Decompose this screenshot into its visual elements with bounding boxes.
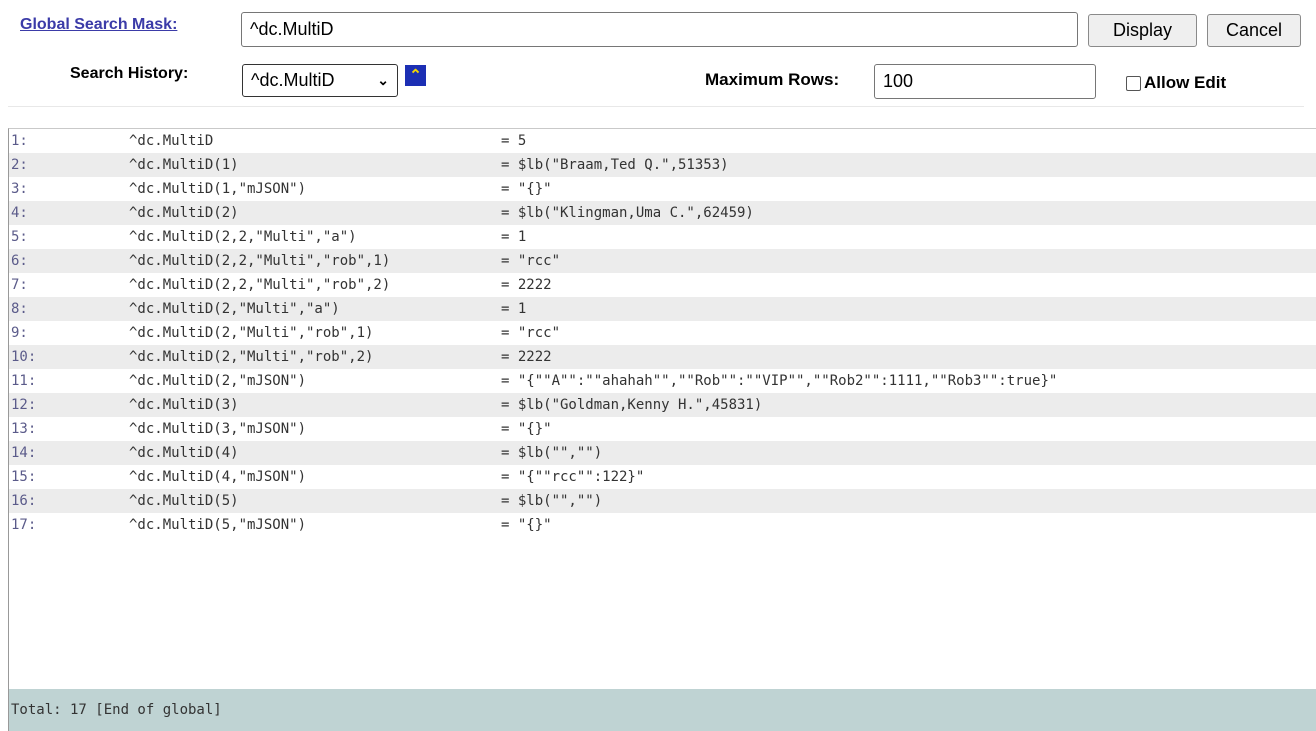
node-value: = "{}": [501, 181, 552, 197]
display-button[interactable]: Display: [1088, 14, 1197, 47]
row-number: 11:: [11, 373, 37, 389]
global-node-reference[interactable]: ^dc.MultiD(3,"mJSON"): [129, 421, 306, 437]
row-number: 6:: [11, 253, 28, 269]
global-node-reference[interactable]: ^dc.MultiD(2,2,"Multi","a"): [129, 229, 357, 245]
row-number: 16:: [11, 493, 37, 509]
node-value: = "rcc": [501, 253, 561, 269]
row-number: 3:: [11, 181, 28, 197]
result-row[interactable]: 15: ^dc.MultiD(4,"mJSON") = "{""rcc"":122}…: [9, 465, 1316, 489]
collapse-icon[interactable]: ⌃: [405, 65, 426, 86]
global-node-reference[interactable]: ^dc.MultiD(2,2,"Multi","rob",1): [129, 253, 390, 269]
allow-edit-label: Allow Edit: [1144, 73, 1227, 92]
search-history-selected-value: ^dc.MultiD: [251, 70, 335, 90]
global-node-reference[interactable]: ^dc.MultiD(2): [129, 205, 239, 221]
result-row[interactable]: 17: ^dc.MultiD(5,"mJSON") = "{}": [9, 513, 1316, 537]
node-value: = $lb("",""): [501, 445, 603, 461]
row-number: 4:: [11, 205, 28, 221]
node-value: = 1: [501, 229, 527, 245]
global-node-reference[interactable]: ^dc.MultiD(2,"mJSON"): [129, 373, 306, 389]
result-row[interactable]: 2: ^dc.MultiD(1) = $lb("Braam,Ted Q.",5135…: [9, 153, 1316, 177]
maximum-rows-input[interactable]: [874, 64, 1096, 99]
node-value: = "{""rcc"":122}": [501, 469, 645, 485]
cancel-button[interactable]: Cancel: [1207, 14, 1301, 47]
result-row[interactable]: 8: ^dc.MultiD(2,"Multi","a") = 1: [9, 297, 1316, 321]
row-number: 15:: [11, 469, 37, 485]
maximum-rows-label: Maximum Rows:: [705, 70, 840, 89]
result-row[interactable]: 12: ^dc.MultiD(3) = $lb("Goldman,Kenny H."…: [9, 393, 1316, 417]
result-row[interactable]: 9: ^dc.MultiD(2,"Multi","rob",1) = "rcc": [9, 321, 1316, 345]
node-value: = 5: [501, 133, 527, 149]
row-number: 9:: [11, 325, 28, 341]
node-value: = 2222: [501, 349, 552, 365]
result-row[interactable]: 5: ^dc.MultiD(2,2,"Multi","a") = 1: [9, 225, 1316, 249]
global-node-reference[interactable]: ^dc.MultiD(1,"mJSON"): [129, 181, 306, 197]
global-node-reference[interactable]: ^dc.MultiD(2,"Multi","a"): [129, 301, 340, 317]
global-node-reference[interactable]: ^dc.MultiD(5,"mJSON"): [129, 517, 306, 533]
result-row[interactable]: 7: ^dc.MultiD(2,2,"Multi","rob",2) = 2222: [9, 273, 1316, 297]
result-row[interactable]: 13: ^dc.MultiD(3,"mJSON") = "{}": [9, 417, 1316, 441]
result-row[interactable]: 11: ^dc.MultiD(2,"mJSON") = "{""A"":""ahah…: [9, 369, 1316, 393]
search-panel: Global Search Mask: Display Cancel Searc…: [8, 6, 1304, 107]
result-row[interactable]: 3: ^dc.MultiD(1,"mJSON") = "{}": [9, 177, 1316, 201]
global-search-mask-input[interactable]: [241, 12, 1078, 47]
global-node-reference[interactable]: ^dc.MultiD: [129, 133, 213, 149]
row-number: 17:: [11, 517, 37, 533]
global-node-reference[interactable]: ^dc.MultiD(4): [129, 445, 239, 461]
row-number: 1:: [11, 133, 28, 149]
node-value: = 1: [501, 301, 527, 317]
results-total: Total: 17 [End of global]: [9, 689, 1316, 731]
row-number: 13:: [11, 421, 37, 437]
global-node-reference[interactable]: ^dc.MultiD(3): [129, 397, 239, 413]
global-node-reference[interactable]: ^dc.MultiD(2,2,"Multi","rob",2): [129, 277, 390, 293]
node-value: = "rcc": [501, 325, 561, 341]
global-node-reference[interactable]: ^dc.MultiD(5): [129, 493, 239, 509]
global-node-reference[interactable]: ^dc.MultiD(4,"mJSON"): [129, 469, 306, 485]
result-row[interactable]: 16: ^dc.MultiD(5) = $lb("",""): [9, 489, 1316, 513]
node-value: = $lb("",""): [501, 493, 603, 509]
result-row[interactable]: 1: ^dc.MultiD = 5: [9, 129, 1316, 153]
allow-edit-checkbox[interactable]: [1126, 75, 1141, 91]
result-row[interactable]: 14: ^dc.MultiD(4) = $lb("",""): [9, 441, 1316, 465]
node-value: = $lb("Klingman,Uma C.",62459): [501, 205, 754, 221]
results-rows: 1: ^dc.MultiD = 5 2: ^dc.MultiD(1) = $lb("Bra…: [9, 129, 1316, 537]
global-node-reference[interactable]: ^dc.MultiD(2,"Multi","rob",1): [129, 325, 373, 341]
search-history-label: Search History:: [70, 65, 189, 82]
row-number: 14:: [11, 445, 37, 461]
node-value: = "{}": [501, 517, 552, 533]
node-value: = $lb("Braam,Ted Q.",51353): [501, 157, 729, 173]
search-history-select[interactable]: ^dc.MultiD ⌄: [242, 64, 398, 97]
result-row[interactable]: 4: ^dc.MultiD(2) = $lb("Klingman,Uma C.",6…: [9, 201, 1316, 225]
node-value: = $lb("Goldman,Kenny H.",45831): [501, 397, 763, 413]
chevron-down-icon: ⌄: [377, 72, 389, 88]
result-row[interactable]: 10: ^dc.MultiD(2,"Multi","rob",2) = 2222: [9, 345, 1316, 369]
allow-edit-toggle[interactable]: Allow Edit: [1126, 73, 1226, 93]
global-node-reference[interactable]: ^dc.MultiD(2,"Multi","rob",2): [129, 349, 373, 365]
row-number: 5:: [11, 229, 28, 245]
node-value: = 2222: [501, 277, 552, 293]
result-row[interactable]: 6: ^dc.MultiD(2,2,"Multi","rob",1) = "rcc": [9, 249, 1316, 273]
row-number: 10:: [11, 349, 37, 365]
row-number: 2:: [11, 157, 28, 173]
global-node-reference[interactable]: ^dc.MultiD(1): [129, 157, 239, 173]
node-value: = "{""A"":""ahahah"",""Rob"":""VIP"",""R…: [501, 373, 1058, 389]
row-number: 8:: [11, 301, 28, 317]
row-number: 7:: [11, 277, 28, 293]
global-search-mask-link[interactable]: Global Search Mask:: [20, 16, 177, 34]
row-number: 12:: [11, 397, 37, 413]
global-results-list: 1: ^dc.MultiD = 5 2: ^dc.MultiD(1) = $lb("Bra…: [8, 128, 1316, 731]
node-value: = "{}": [501, 421, 552, 437]
